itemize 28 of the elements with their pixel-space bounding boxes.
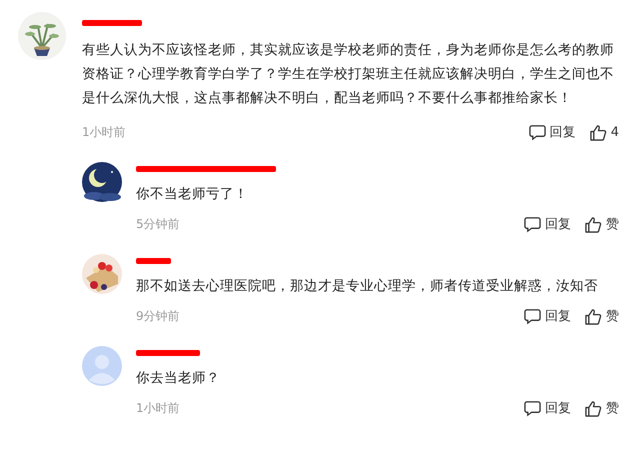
redaction-mark	[136, 258, 171, 264]
speech-bubble-icon	[524, 400, 541, 416]
thumbs-up-icon	[590, 124, 607, 140]
redaction-mark	[136, 350, 200, 356]
avatar-icon	[82, 346, 122, 386]
like-button[interactable]: 赞	[585, 399, 619, 417]
speech-bubble-icon	[524, 216, 541, 232]
comment-text: 你去当老师？	[136, 369, 221, 388]
speech-bubble-icon	[524, 308, 541, 324]
thumbs-up-icon	[585, 216, 602, 232]
reply-button[interactable]: 回复	[528, 123, 576, 141]
like-button[interactable]: 赞	[585, 307, 619, 325]
comment-text: 那不如送去心理医院吧，那边才是专业心理学，师者传道受业解惑，汝知否	[136, 277, 599, 296]
timestamp: 5分钟前	[136, 216, 180, 232]
reply-button[interactable]: 回复	[524, 307, 571, 325]
timestamp: 1小时前	[82, 124, 126, 140]
comment-text: 有些人认为不应该怪老师，其实就应该是学校老师的责任，身为老师你是怎么考的教师资格证？心理学教育学白学了？学生在学校打架班主任就应该解决明白，学生之间也不是什么深仇大恨，这点事都解决不明白，配当老师吗？不要什么事都推给家长！	[82, 41, 615, 108]
redaction-mark	[82, 20, 142, 26]
reply-button[interactable]: 回复	[524, 399, 571, 417]
like-button[interactable]: 赞	[585, 215, 619, 233]
thumbs-up-icon	[585, 308, 602, 324]
comment-text: 你不当老师亏了！	[136, 185, 249, 204]
speech-bubble-icon	[528, 124, 546, 140]
thumbs-up-icon	[585, 400, 602, 416]
like-button[interactable]: 4	[590, 123, 619, 141]
reply-button[interactable]: 回复	[524, 215, 571, 233]
timestamp: 1小时前	[136, 400, 180, 416]
timestamp: 9分钟前	[136, 308, 180, 324]
